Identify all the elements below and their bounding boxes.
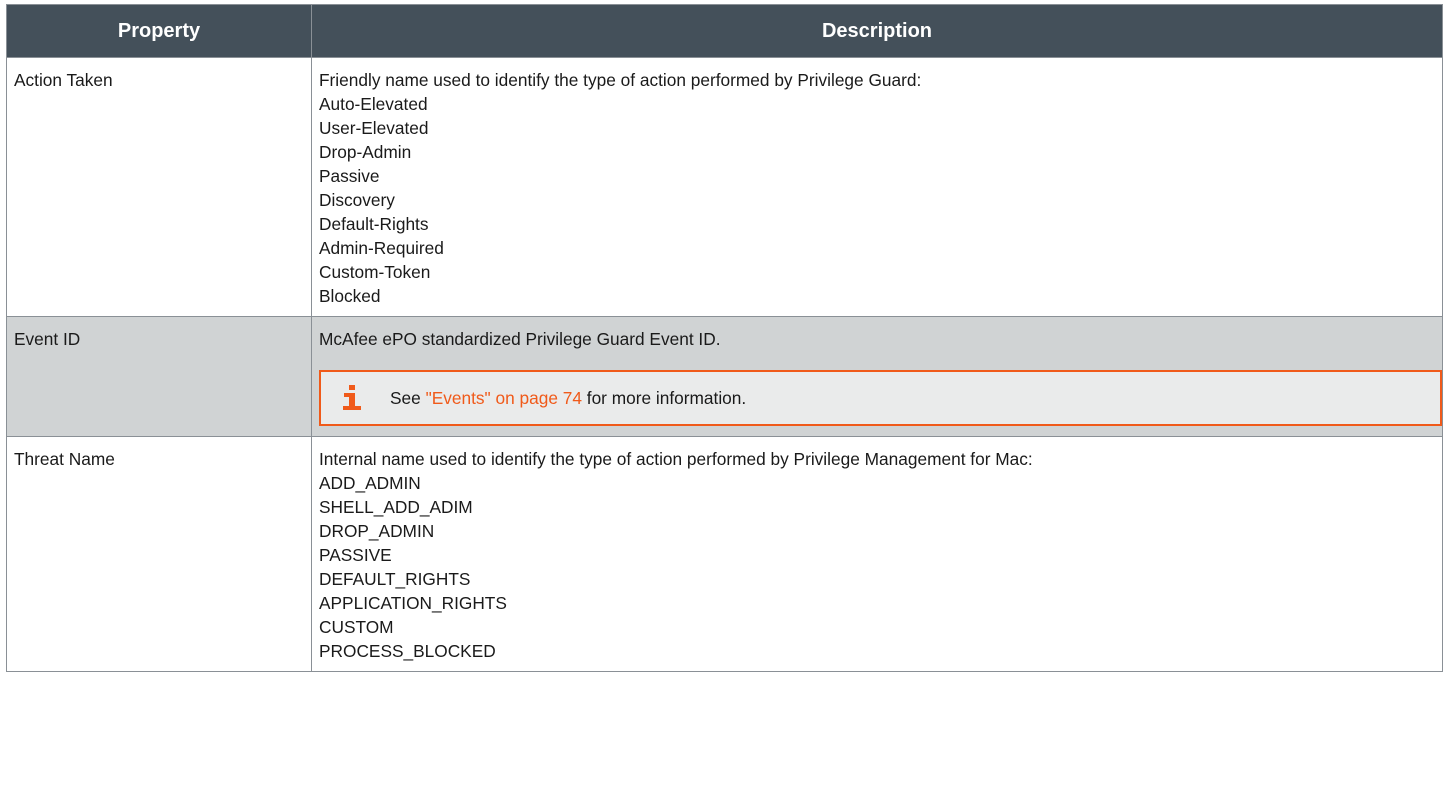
header-property: Property <box>6 4 312 58</box>
list-item: DROP_ADMIN <box>319 521 435 541</box>
list-item: SHELL_ADD_ADIM <box>319 497 473 517</box>
list-item: DEFAULT_RIGHTS <box>319 569 471 589</box>
description-intro: Friendly name used to identify the type … <box>319 70 922 90</box>
list-item: APPLICATION_RIGHTS <box>319 593 507 613</box>
list-item: Admin-Required <box>319 238 444 258</box>
properties-table: Property Description Action Taken Friend… <box>6 4 1443 672</box>
table-row: Threat Name Internal name used to identi… <box>6 436 1443 672</box>
list-item: Custom-Token <box>319 262 431 282</box>
property-cell: Event ID <box>6 316 312 437</box>
list-item: Discovery <box>319 190 395 210</box>
description-intro: McAfee ePO standardized Privilege Guard … <box>319 329 721 349</box>
table-header-row: Property Description <box>6 4 1443 58</box>
events-page-link[interactable]: "Events" on page 74 <box>426 388 582 408</box>
list-item: Passive <box>319 166 380 186</box>
note-prefix: See <box>390 388 426 408</box>
table-row: Action Taken Friendly name used to ident… <box>6 57 1443 317</box>
list-item: PROCESS_BLOCKED <box>319 641 496 661</box>
list-item: Auto-Elevated <box>319 94 428 114</box>
properties-table-container: Property Description Action Taken Friend… <box>6 4 1443 672</box>
table-row: Event ID McAfee ePO standardized Privile… <box>6 316 1443 437</box>
header-description: Description <box>311 4 1443 58</box>
list-item: ADD_ADMIN <box>319 473 421 493</box>
list-item: Default-Rights <box>319 214 429 234</box>
description-intro: Internal name used to identify the type … <box>319 449 1033 469</box>
info-icon <box>343 385 361 410</box>
list-item: CUSTOM <box>319 617 394 637</box>
note-text: See "Events" on page 74 for more informa… <box>390 386 746 410</box>
list-item: Drop-Admin <box>319 142 412 162</box>
description-cell: Internal name used to identify the type … <box>311 436 1443 672</box>
list-item: Blocked <box>319 286 381 306</box>
info-note: See "Events" on page 74 for more informa… <box>319 370 1442 426</box>
list-item: User-Elevated <box>319 118 429 138</box>
list-item: PASSIVE <box>319 545 392 565</box>
property-cell: Threat Name <box>6 436 312 672</box>
property-cell: Action Taken <box>6 57 312 317</box>
note-suffix: for more information. <box>581 388 747 408</box>
description-cell: Friendly name used to identify the type … <box>311 57 1443 317</box>
description-cell: McAfee ePO standardized Privilege Guard … <box>311 316 1443 437</box>
